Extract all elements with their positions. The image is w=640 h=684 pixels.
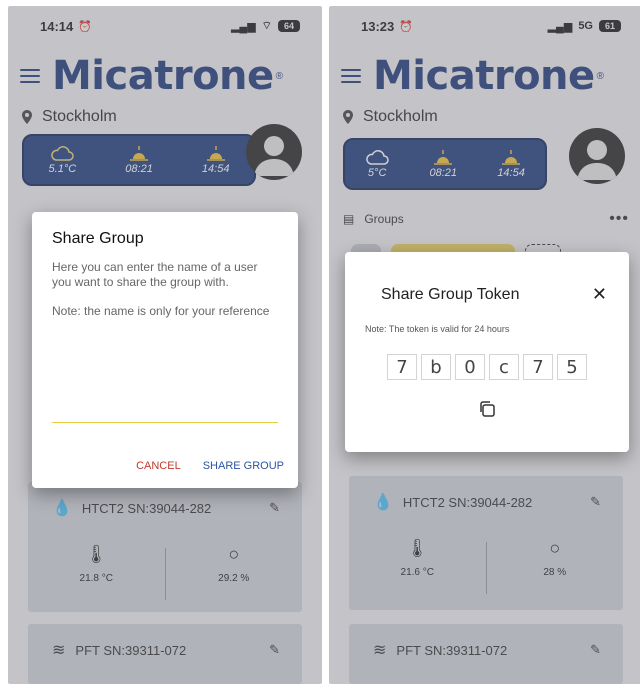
dialog-title: Share Group Token [381, 286, 520, 303]
dialog-description: Here you can enter the name of a user yo… [52, 260, 258, 289]
token-char: 7 [387, 354, 417, 380]
token-char: 0 [455, 354, 485, 380]
copy-icon[interactable] [478, 400, 496, 418]
share-group-dialog: Share Group Here you can enter the name … [32, 212, 298, 488]
username-input[interactable] [52, 422, 278, 423]
dialog-note: Note: The token is valid for 24 hours [365, 324, 510, 334]
token-char: c [489, 354, 519, 380]
phone-screen-left: 14:14 ⏰ ▂▄▆ ⌔ 64 Micatrone ® Stockholm 5… [8, 6, 322, 684]
cancel-button[interactable]: CANCEL [136, 460, 181, 472]
share-group-button[interactable]: SHARE GROUP [203, 460, 284, 472]
close-icon[interactable]: ✕ [592, 284, 607, 305]
dialog-note: Note: the name is only for your referenc… [52, 304, 270, 318]
phone-screen-right: 13:23 ⏰ ▂▄▆ 5G 61 Micatrone ® Stockholm … [329, 6, 640, 684]
token-row: 7 b 0 c 7 5 [387, 354, 587, 380]
share-token-dialog: Share Group Token ✕ Note: The token is v… [345, 252, 629, 452]
token-char: 7 [523, 354, 553, 380]
dialog-title: Share Group [52, 230, 144, 247]
token-char: 5 [557, 354, 587, 380]
token-char: b [421, 354, 451, 380]
